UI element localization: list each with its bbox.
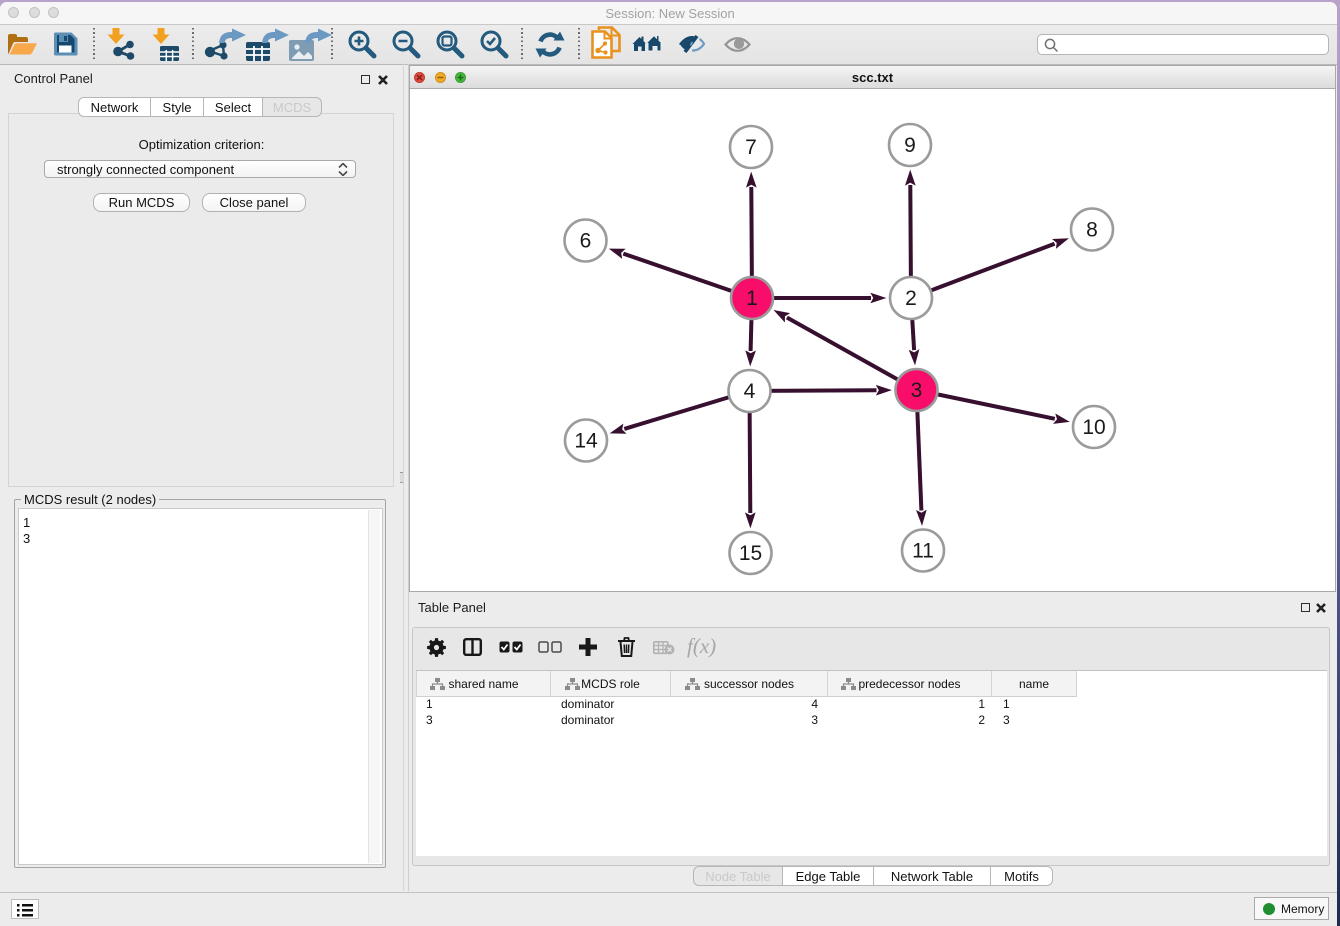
svg-text:10: 10 [1082, 416, 1105, 439]
svg-text:3: 3 [911, 379, 923, 402]
svg-text:4: 4 [744, 380, 756, 403]
svg-text:2: 2 [905, 287, 917, 310]
svg-text:8: 8 [1086, 219, 1098, 242]
svg-text:14: 14 [574, 430, 598, 453]
svg-text:15: 15 [739, 542, 762, 565]
svg-text:11: 11 [912, 540, 934, 563]
svg-text:1: 1 [746, 287, 758, 310]
svg-text:9: 9 [904, 134, 916, 157]
svg-text:6: 6 [580, 230, 592, 253]
svg-text:7: 7 [745, 136, 757, 159]
